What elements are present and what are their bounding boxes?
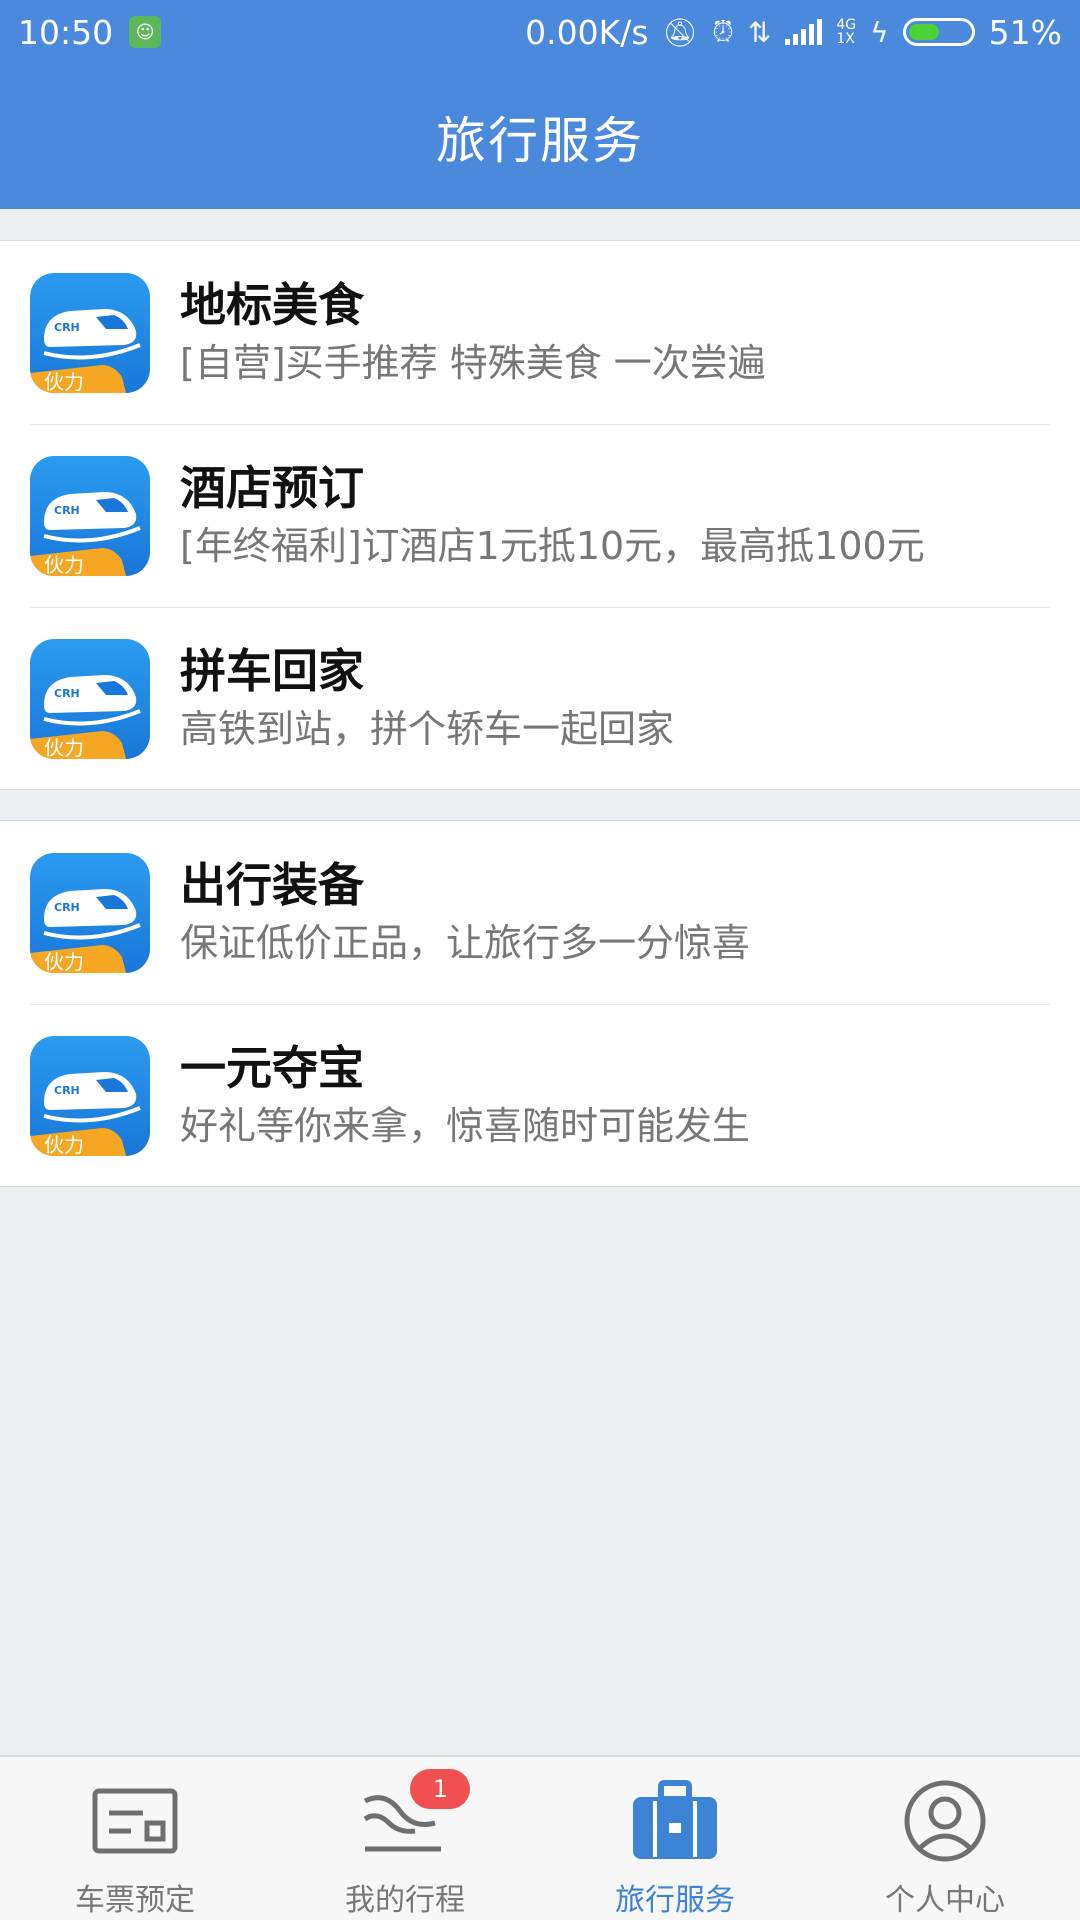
service-title: 酒店预订: [180, 460, 364, 515]
mute-icon: 🔕︎: [662, 15, 699, 49]
ticket-icon: [85, 1771, 185, 1871]
suitcase-icon: [625, 1771, 725, 1871]
svg-text:伙力: 伙力: [44, 553, 84, 576]
service-subtitle: 好礼等你来拿，惊喜随时可能发生: [180, 1103, 751, 1148]
service-title: 一元夺宝: [180, 1040, 364, 1095]
service-title: 拼车回家: [180, 643, 364, 698]
tab-label: 个人中心: [885, 1883, 1005, 1918]
svg-text:CRH: CRH: [54, 687, 80, 700]
app-logo-icon: CRH 伙力: [30, 1035, 150, 1156]
svg-text:伙力: 伙力: [44, 370, 84, 393]
svg-text:伙力: 伙力: [44, 1133, 84, 1156]
service-subtitle: [自营]买手推荐 特殊美食 一次尝遍: [180, 340, 766, 385]
alarm-icon: ⏰︎: [712, 15, 734, 48]
service-subtitle: 保证低价正品，让旅行多一分惊喜: [180, 920, 751, 965]
tab-label: 我的行程: [345, 1883, 465, 1918]
svg-text:伙力: 伙力: [44, 736, 84, 759]
net-speed: 0.00K/s: [525, 12, 649, 52]
status-bar: 10:50 ☺ 0.00K/s 🔕︎ ⏰︎ ⇅ 4G 1X ϟ 51%: [0, 0, 1080, 64]
service-subtitle: [年终福利]订酒店1元抵10元，最高抵100元: [180, 523, 925, 568]
data-transfer-icon: ⇅: [747, 15, 772, 49]
svg-text:CRH: CRH: [54, 321, 80, 334]
service-group-1: CRH 伙力 地标美食 [自营]买手推荐 特殊美食 一次尝遍 CRH 伙力 酒店预订…: [0, 240, 1080, 790]
service-title: 地标美食: [180, 277, 364, 332]
app-notification-icon: ☺: [129, 16, 162, 48]
bottom-nav: 车票预定 1 我的行程 旅行服务 个人中心: [0, 1755, 1080, 1920]
service-item-carpool[interactable]: CRH 伙力 拼车回家 高铁到站，拼个轿车一起回家: [0, 607, 1080, 790]
tab-label: 旅行服务: [615, 1883, 735, 1918]
tab-personal-center[interactable]: 个人中心: [810, 1757, 1080, 1920]
battery-percent: 51%: [988, 12, 1062, 52]
app-logo-icon: CRH 伙力: [30, 272, 150, 393]
tab-travel-services[interactable]: 旅行服务: [540, 1757, 810, 1920]
page-title: 旅行服务: [436, 111, 644, 170]
trip-count-badge: 1: [410, 1769, 471, 1809]
status-time: 10:50: [18, 12, 114, 52]
network-type-label: 4G 1X: [836, 17, 857, 47]
app-logo-icon: CRH 伙力: [30, 455, 150, 576]
service-item-hotel-booking[interactable]: CRH 伙力 酒店预订 [年终福利]订酒店1元抵10元，最高抵100元: [0, 424, 1080, 607]
service-item-travel-gear[interactable]: CRH 伙力 出行装备 保证低价正品，让旅行多一分惊喜: [0, 821, 1080, 1004]
svg-text:CRH: CRH: [54, 504, 80, 517]
charging-icon: ϟ: [870, 15, 889, 49]
service-group-2: CRH 伙力 出行装备 保证低价正品，让旅行多一分惊喜 CRH 伙力 一元夺宝 好礼…: [0, 820, 1080, 1187]
service-subtitle: 高铁到站，拼个轿车一起回家: [180, 706, 675, 751]
battery-icon: [902, 18, 975, 46]
app-logo-icon: CRH 伙力: [30, 852, 150, 973]
tab-my-trips[interactable]: 1 我的行程: [270, 1757, 540, 1920]
user-profile-icon: [895, 1771, 995, 1871]
svg-text:CRH: CRH: [54, 1084, 80, 1097]
app-logo-icon: CRH 伙力: [30, 638, 150, 759]
tab-ticket-booking[interactable]: 车票预定: [0, 1757, 270, 1920]
tab-label: 车票预定: [75, 1883, 195, 1918]
app-header: 旅行服务: [0, 64, 1080, 209]
service-item-one-yuan-treasure[interactable]: CRH 伙力 一元夺宝 好礼等你来拿，惊喜随时可能发生: [0, 1004, 1080, 1187]
service-title: 出行装备: [180, 857, 364, 912]
service-item-landmark-food[interactable]: CRH 伙力 地标美食 [自营]买手推荐 特殊美食 一次尝遍: [0, 241, 1080, 424]
svg-text:CRH: CRH: [54, 901, 80, 914]
signal-icon: [785, 19, 823, 45]
svg-text:伙力: 伙力: [44, 950, 84, 973]
